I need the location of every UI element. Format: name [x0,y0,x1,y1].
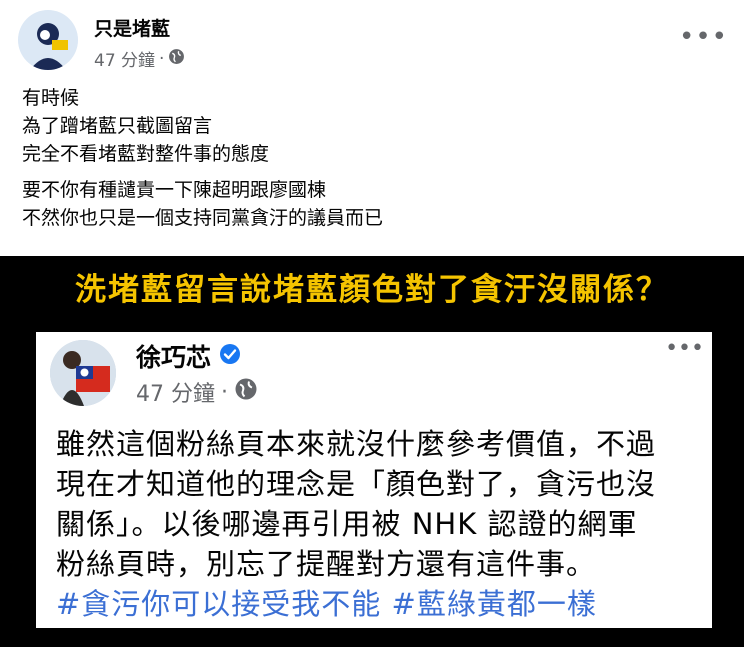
more-options-icon[interactable]: ••• [679,22,728,52]
image-banner: 洗堵藍留言說堵藍顏色對了貪汙沒關係？ [75,272,669,308]
inner-hashtags: #貪污你可以接受我不能 #藍綠黃都一樣 [56,587,597,621]
inner-author-name: 徐巧芯 [136,343,212,372]
author-name[interactable]: 只是堵藍 [94,14,170,41]
post-header: 只是堵藍 47 分鐘 · ••• [18,8,728,72]
inner-author-row: 徐巧芯 [136,338,241,374]
post-image[interactable]: 洗堵藍留言說堵藍顏色對了貪汙沒關係？ 徐巧芯 47 分鐘 · ••• 雖然這個粉… [0,256,744,647]
more-options-icon: ••• [665,336,704,361]
post-body: 有時候 為了蹭堵藍只截圖留言 完全不看堵藍對整件事的態度 要不你有種譴責一下陳超… [22,84,383,232]
inner-line: 粉絲頁時，別忘了提醒對方還有這件事。 [56,547,597,581]
inner-meta: 47 分鐘 · [136,376,258,408]
inner-line: 關係」。以後哪邊再引用被 NHK 認證的網軍 [56,507,638,541]
post-time[interactable]: 47 分鐘 [94,46,155,71]
inner-post-time: 47 分鐘 [136,382,215,407]
globe-icon [234,377,258,407]
post-meta: 47 分鐘 · [94,46,185,71]
globe-icon [168,48,185,70]
post-line: 完全不看堵藍對整件事的態度 [22,143,270,165]
meta-separator: · [159,48,165,69]
post-line: 不然你也只是一個支持同黨貪汙的議員而已 [22,207,384,229]
inner-avatar [50,340,116,406]
author-avatar[interactable] [18,10,78,70]
avatar-flag-illustration [50,340,116,406]
post-line: 為了蹭堵藍只截圖留言 [22,115,213,137]
screenshot-card: 徐巧芯 47 分鐘 · ••• 雖然這個粉絲頁本來就沒什麼參考價值，不過 現在才… [36,332,712,628]
post-line: 要不你有種譴責一下陳超明跟廖國棟 [22,179,327,201]
avatar-illustration [18,10,78,70]
inner-meta-separator: · [221,379,228,405]
post-line: 有時候 [22,87,80,109]
inner-line: 雖然這個粉絲頁本來就沒什麼參考價值，不過 [56,427,657,461]
inner-post-text: 雖然這個粉絲頁本來就沒什麼參考價值，不過 現在才知道他的理念是「顏色對了，貪污也… [56,424,704,624]
verified-badge-icon [219,342,241,371]
inner-line: 現在才知道他的理念是「顏色對了，貪污也沒 [56,467,657,501]
